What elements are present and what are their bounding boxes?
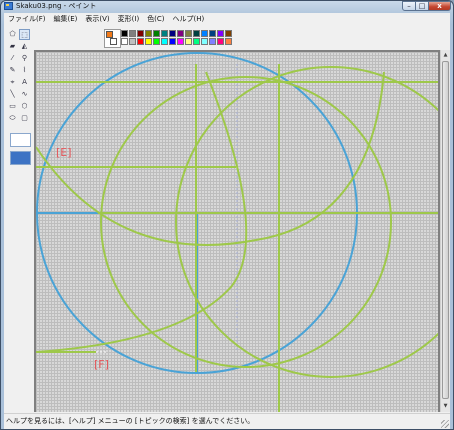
window-title: Skaku03.png - ペイント — [16, 2, 97, 10]
client-area: ⬠ ⬚ ▰ ◭ ⁄ ⚲ ✎ ⌇ ⌖ A ╲ ∿ ▭ ⬡ ⬭ ▢ [E] [F] … — [4, 26, 450, 413]
rect-select-icon[interactable]: ⬚ — [19, 29, 30, 40]
palette-swatch[interactable] — [217, 38, 224, 45]
palette-swatch[interactable] — [129, 30, 136, 37]
paint-app-icon[interactable] — [4, 2, 13, 10]
menu-colors[interactable]: 色(C) — [143, 13, 168, 26]
palette-swatch[interactable] — [201, 30, 208, 37]
palette-swatch[interactable] — [217, 30, 224, 37]
palette-swatch[interactable] — [169, 38, 176, 45]
label-e: [E] — [56, 146, 72, 159]
close-button[interactable]: x — [429, 1, 451, 11]
magnifier-icon[interactable]: ⚲ — [19, 53, 30, 64]
palette-swatch[interactable] — [121, 30, 128, 37]
brush-icon[interactable]: ⌇ — [19, 65, 30, 76]
tool-option-transparent[interactable] — [10, 151, 31, 165]
palette-swatch[interactable] — [209, 38, 216, 45]
palette-swatch[interactable] — [153, 30, 160, 37]
eraser-icon[interactable]: ▰ — [7, 41, 18, 52]
canvas-viewport: [E] [F] — [34, 50, 440, 412]
palette-swatch[interactable] — [225, 38, 232, 45]
scroll-down-icon[interactable]: ▼ — [441, 402, 450, 411]
palette-swatch[interactable] — [185, 38, 192, 45]
caption-buttons: – □ x — [402, 1, 451, 12]
resize-grip-icon[interactable] — [441, 420, 449, 428]
palette-swatch[interactable] — [137, 30, 144, 37]
palette-swatch[interactable] — [129, 38, 136, 45]
palette-swatch[interactable] — [161, 30, 168, 37]
pencil-icon[interactable]: ✎ — [7, 65, 18, 76]
palette-swatch[interactable] — [185, 30, 192, 37]
palette-swatch[interactable] — [153, 38, 160, 45]
menu-image[interactable]: 変形(I) — [114, 13, 144, 26]
menu-edit[interactable]: 編集(E) — [50, 13, 82, 26]
vertical-scrollbar[interactable]: ▲ ▼ — [440, 50, 450, 412]
palette-swatch[interactable] — [193, 38, 200, 45]
menu-bar: ファイル(F) 編集(E) 表示(V) 変形(I) 色(C) ヘルプ(H) — [4, 13, 450, 26]
title-bar[interactable]: Skaku03.png - ペイント – □ x — [1, 1, 453, 12]
palette-swatch[interactable] — [177, 30, 184, 37]
curve-icon[interactable]: ∿ — [19, 89, 30, 100]
minimize-button[interactable]: – — [402, 1, 416, 11]
maximize-button[interactable]: □ — [416, 1, 429, 11]
menu-help[interactable]: ヘルプ(H) — [169, 13, 209, 26]
free-form-select-icon[interactable]: ⬠ — [7, 29, 18, 40]
label-f: [F] — [94, 358, 109, 371]
drawing-canvas[interactable]: [E] [F] — [36, 52, 438, 412]
status-text: ヘルプを見るには、[ヘルプ] メニューの [トピックの検索] を選んでください。 — [6, 417, 255, 425]
paint-window: Skaku03.png - ペイント – □ x ファイル(F) 編集(E) 表… — [0, 0, 454, 430]
tool-option-opaque[interactable] — [10, 133, 31, 147]
airbrush-icon[interactable]: ⌖ — [7, 77, 18, 88]
color-picker-icon[interactable]: ⁄ — [7, 53, 18, 64]
palette-swatch[interactable] — [209, 30, 216, 37]
palette-swatch[interactable] — [145, 30, 152, 37]
palette-swatch[interactable] — [193, 30, 200, 37]
ellipse-icon[interactable]: ⬭ — [7, 113, 18, 124]
palette-swatch[interactable] — [169, 30, 176, 37]
palette-swatch[interactable] — [145, 38, 152, 45]
foreground-color[interactable] — [106, 31, 113, 38]
palette-swatch[interactable] — [161, 38, 168, 45]
scroll-up-icon[interactable]: ▲ — [441, 51, 450, 60]
current-colors — [104, 29, 121, 48]
fill-bucket-icon[interactable]: ◭ — [19, 41, 30, 52]
menu-file[interactable]: ファイル(F) — [4, 13, 50, 26]
polygon-icon[interactable]: ⬡ — [19, 101, 30, 112]
line-icon[interactable]: ╲ — [7, 89, 18, 100]
toolbox: ⬠ ⬚ ▰ ◭ ⁄ ⚲ ✎ ⌇ ⌖ A ╲ ∿ ▭ ⬡ ⬭ ▢ — [6, 29, 34, 189]
rectangle-icon[interactable]: ▭ — [7, 101, 18, 112]
green-arc-top — [36, 71, 385, 246]
scrollbar-thumb[interactable] — [442, 61, 449, 399]
palette-swatch[interactable] — [121, 38, 128, 45]
palette-swatch[interactable] — [225, 30, 232, 37]
palette-swatch[interactable] — [137, 38, 144, 45]
palette-swatch[interactable] — [177, 38, 184, 45]
status-bar: ヘルプを見るには、[ヘルプ] メニューの [トピックの検索] を選んでください。 — [4, 413, 450, 429]
palette-swatch[interactable] — [201, 38, 208, 45]
rounded-rectangle-icon[interactable]: ▢ — [19, 113, 30, 124]
text-icon[interactable]: A — [19, 77, 30, 88]
background-color[interactable] — [110, 38, 117, 45]
menu-view[interactable]: 表示(V) — [81, 13, 113, 26]
